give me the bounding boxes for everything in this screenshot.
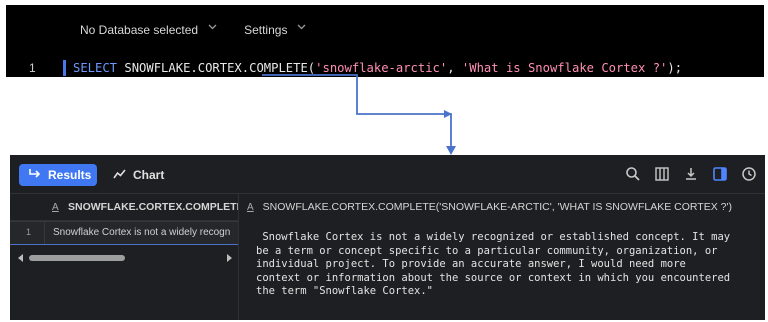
return-arrow-icon <box>28 168 41 182</box>
results-grid: A SNOWFLAKE.CORTEX.COMPLETE('S 1 Snowfla… <box>10 194 239 320</box>
detail-value-text[interactable]: Snowflake Cortex is not a widely recogni… <box>256 231 756 299</box>
scroll-right-icon[interactable] <box>227 254 232 262</box>
grid-column-header[interactable]: A SNOWFLAKE.CORTEX.COMPLETE('S <box>10 194 238 221</box>
results-toolbar: Results Chart <box>10 155 765 194</box>
search-icon[interactable] <box>625 166 641 182</box>
table-cell[interactable]: Snowflake Cortex is not a widely recogn <box>44 222 238 244</box>
editor-toolbar: No Database selected Settings <box>80 23 306 37</box>
horizontal-scrollbar[interactable] <box>18 253 232 263</box>
detail-column-name: SNOWFLAKE.CORTEX.COMPLETE('SNOWFLAKE-ARC… <box>262 201 732 213</box>
detail-header: A SNOWFLAKE.CORTEX.COMPLETE('SNOWFLAKE-A… <box>247 201 732 213</box>
chevron-down-icon <box>297 24 306 32</box>
row-number: 1 <box>26 227 32 237</box>
sql-keyword: SELECT <box>73 61 118 75</box>
text-cursor <box>63 60 66 76</box>
split-panel-icon[interactable] <box>712 166 728 182</box>
results-tool-icons <box>625 166 757 182</box>
results-panel: Results Chart A SNOWFLAKE.CORTEX.COMPLET… <box>10 155 765 320</box>
sql-prompt-argument: 'What is Snowflake Cortex ?' <box>461 61 668 75</box>
settings-menu[interactable]: Settings <box>244 23 306 37</box>
text-type-icon: A <box>247 201 254 213</box>
database-selector[interactable]: No Database selected <box>80 23 217 37</box>
code-line-partial: SELECT SNOWFLAKE.CORTEX.COMPLETE('snowfl… <box>73 74 682 77</box>
detail-line: the term "Snowflake Cortex." <box>256 285 434 297</box>
sql-editor-panel: No Database selected Settings 1 SELECT S… <box>6 5 764 77</box>
settings-label: Settings <box>244 23 288 37</box>
cell-detail-pane: A SNOWFLAKE.CORTEX.COMPLETE('SNOWFLAKE-A… <box>239 194 765 320</box>
sql-model-argument: 'snowflake-arctic' <box>315 61 448 75</box>
sql-function-call: SNOWFLAKE.CORTEX.COMPLETE( <box>117 61 316 75</box>
columns-icon[interactable] <box>654 166 670 182</box>
grid-column-name: SNOWFLAKE.CORTEX.COMPLETE('S <box>68 201 239 213</box>
detail-line: Snowflake Cortex is not a widely recogni… <box>256 231 731 243</box>
chart-tab-button[interactable]: Chart <box>113 164 164 186</box>
results-tab-button[interactable]: Results <box>19 164 97 186</box>
line-number: 1 <box>29 61 36 75</box>
download-icon[interactable] <box>683 166 699 182</box>
text-type-icon: A <box>52 201 59 213</box>
table-row[interactable]: 1 Snowflake Cortex is not a widely recog… <box>10 221 238 245</box>
sql-closing: ); <box>667 61 683 75</box>
chart-tab-label: Chart <box>133 168 165 182</box>
history-icon[interactable] <box>741 166 757 182</box>
results-tab-label: Results <box>48 168 92 182</box>
scrollbar-thumb[interactable] <box>29 255 125 261</box>
database-selector-label: No Database selected <box>80 23 199 37</box>
scroll-left-icon[interactable] <box>18 254 23 262</box>
detail-line: individual project. To provide an accura… <box>256 258 686 270</box>
detail-line: context or information about the source … <box>256 271 731 284</box>
line-chart-icon <box>113 168 126 182</box>
chevron-down-icon <box>208 24 217 32</box>
sql-separator: , <box>447 61 462 75</box>
detail-line: be a term or concept specific to a parti… <box>256 244 718 257</box>
